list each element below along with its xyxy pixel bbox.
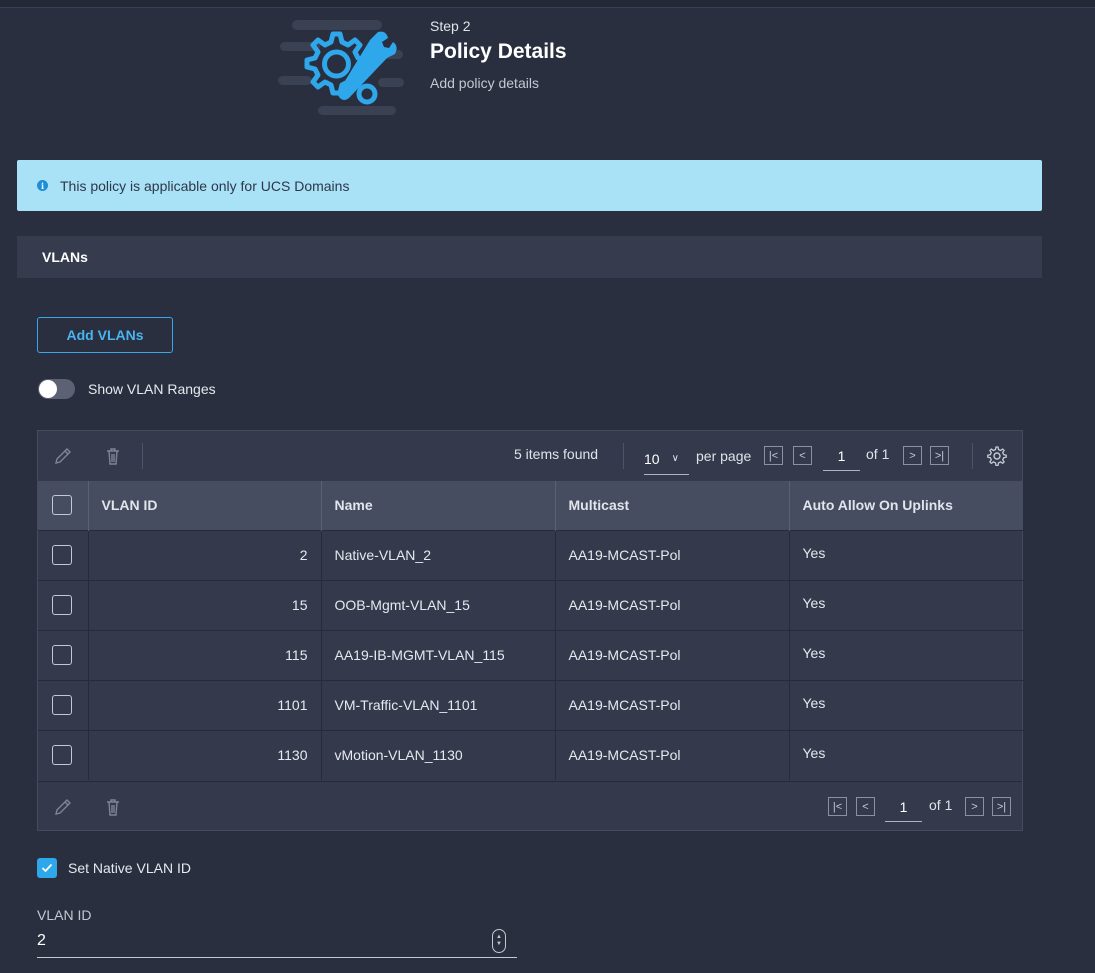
show-vlan-ranges-toggle[interactable] <box>38 379 75 399</box>
vlan-id-input[interactable]: 2 ▲ ▼ <box>37 925 517 958</box>
vlan-name-cell: Native-VLAN_2 <box>321 529 556 580</box>
next-page-icon[interactable]: > <box>965 797 984 816</box>
row-select-cell <box>38 529 89 580</box>
prev-page-icon[interactable]: < <box>793 446 812 465</box>
vlan-name-cell: vMotion-VLAN_1130 <box>321 729 556 780</box>
column-header-auto-allow[interactable]: Auto Allow On Uplinks <box>789 481 1023 530</box>
info-banner-text: This policy is applicable only for UCS D… <box>60 177 350 194</box>
table-row[interactable]: 1101 VM-Traffic-VLAN_1101 AA19-MCAST-Pol… <box>38 679 1023 730</box>
row-checkbox[interactable] <box>52 695 72 715</box>
edit-icon[interactable] <box>52 445 74 467</box>
table-row[interactable]: 15 OOB-Mgmt-VLAN_15 AA19-MCAST-Pol Yes <box>38 579 1023 630</box>
multicast-cell: AA19-MCAST-Pol <box>555 679 790 730</box>
row-checkbox[interactable] <box>52 645 72 665</box>
multicast-cell: AA19-MCAST-Pol <box>555 529 790 580</box>
toggle-label: Show VLAN Ranges <box>88 381 216 397</box>
last-page-icon[interactable]: >| <box>992 797 1011 816</box>
first-page-icon[interactable]: |< <box>764 446 783 465</box>
table-toolbar: 5 items found 10 ∨ per page |< < 1 of 1 … <box>38 431 1022 481</box>
auto-allow-cell: Yes <box>789 629 1023 680</box>
toolbar-divider <box>623 443 624 469</box>
multicast-cell: AA19-MCAST-Pol <box>555 579 790 630</box>
vlan-id-field-label: VLAN ID <box>37 907 92 923</box>
gear-wrench-icon <box>278 20 404 115</box>
next-page-icon[interactable]: > <box>903 446 922 465</box>
set-native-vlan-label: Set Native VLAN ID <box>68 860 191 876</box>
info-icon: i <box>37 180 48 191</box>
row-checkbox[interactable] <box>52 745 72 766</box>
table-row[interactable]: 2 Native-VLAN_2 AA19-MCAST-Pol Yes <box>38 529 1023 580</box>
vlan-name-cell: OOB-Mgmt-VLAN_15 <box>321 579 556 630</box>
table-row[interactable]: 1130 vMotion-VLAN_1130 AA19-MCAST-Pol Ye… <box>38 729 1023 780</box>
auto-allow-cell: Yes <box>789 529 1023 580</box>
toggle-knob <box>39 380 57 398</box>
column-header-vlan-id[interactable]: VLAN ID <box>88 481 322 530</box>
table-header-row: VLAN ID Name Multicast Auto Allow On Upl… <box>38 481 1023 530</box>
gear-icon[interactable] <box>986 445 1008 467</box>
table-row[interactable]: 115 AA19-IB-MGMT-VLAN_115 AA19-MCAST-Pol… <box>38 629 1023 680</box>
set-native-vlan-checkbox[interactable] <box>37 858 57 878</box>
select-all-checkbox[interactable] <box>52 495 72 516</box>
page-of-label: of 1 <box>929 797 953 813</box>
multicast-cell: AA19-MCAST-Pol <box>555 729 790 780</box>
per-page-select[interactable]: 10 ∨ <box>644 443 689 475</box>
vlan-name-cell: VM-Traffic-VLAN_1101 <box>321 679 556 730</box>
vlan-data-table: VLAN ID Name Multicast Auto Allow On Upl… <box>38 481 1023 780</box>
vlan-id-input-value: 2 <box>37 932 46 949</box>
info-banner: i This policy is applicable only for UCS… <box>17 160 1042 211</box>
first-page-icon[interactable]: |< <box>828 797 847 816</box>
chevron-down-icon: ∨ <box>671 453 679 464</box>
edit-icon[interactable] <box>52 796 74 818</box>
set-native-vlan-row: Set Native VLAN ID <box>37 858 191 878</box>
column-header-name[interactable]: Name <box>321 481 556 530</box>
delete-icon[interactable] <box>102 796 124 818</box>
prev-page-icon[interactable]: < <box>856 797 875 816</box>
page-input[interactable]: 1 <box>885 792 922 822</box>
add-vlans-button[interactable]: Add VLANs <box>37 317 173 353</box>
items-found-count: 5 items found <box>514 446 599 462</box>
vlan-id-cell: 1101 <box>88 679 322 730</box>
last-page-icon[interactable]: >| <box>930 446 949 465</box>
page-title: Policy Details <box>430 40 567 63</box>
row-checkbox[interactable] <box>52 545 72 565</box>
section-title: VLANs <box>42 249 88 265</box>
multicast-cell: AA19-MCAST-Pol <box>555 629 790 680</box>
vlan-name-cell: AA19-IB-MGMT-VLAN_115 <box>321 629 556 680</box>
toolbar-divider <box>972 443 973 469</box>
row-select-cell <box>38 729 89 780</box>
vlan-id-cell: 115 <box>88 629 322 680</box>
top-bar <box>0 0 1095 8</box>
delete-icon[interactable] <box>102 445 124 467</box>
row-select-cell <box>38 679 89 730</box>
per-page-label: per page <box>696 448 752 464</box>
toolbar-divider <box>142 443 143 469</box>
vlan-id-cell: 2 <box>88 529 322 580</box>
vlan-id-cell: 15 <box>88 579 322 630</box>
select-all-cell <box>38 481 89 530</box>
row-select-cell <box>38 579 89 630</box>
row-select-cell <box>38 629 89 680</box>
step-label: Step 2 <box>430 18 471 34</box>
auto-allow-cell: Yes <box>789 679 1023 730</box>
column-header-multicast[interactable]: Multicast <box>555 481 790 530</box>
auto-allow-cell: Yes <box>789 729 1023 780</box>
vlan-table: 5 items found 10 ∨ per page |< < 1 of 1 … <box>37 430 1023 831</box>
page-input[interactable]: 1 <box>823 441 860 471</box>
per-page-value: 10 <box>644 450 660 467</box>
row-checkbox[interactable] <box>52 595 72 615</box>
number-stepper-icon[interactable]: ▲ ▼ <box>492 929 506 953</box>
table-footer: |< < 1 of 1 > >| <box>38 781 1022 831</box>
checkmark-icon <box>41 863 53 873</box>
vlan-id-cell: 1130 <box>88 729 322 780</box>
show-vlan-ranges-row: Show VLAN Ranges <box>38 379 216 399</box>
page-of-label: of 1 <box>866 446 890 462</box>
vlans-section-header: VLANs <box>17 236 1042 278</box>
page-subtitle: Add policy details <box>430 75 539 91</box>
auto-allow-cell: Yes <box>789 579 1023 630</box>
